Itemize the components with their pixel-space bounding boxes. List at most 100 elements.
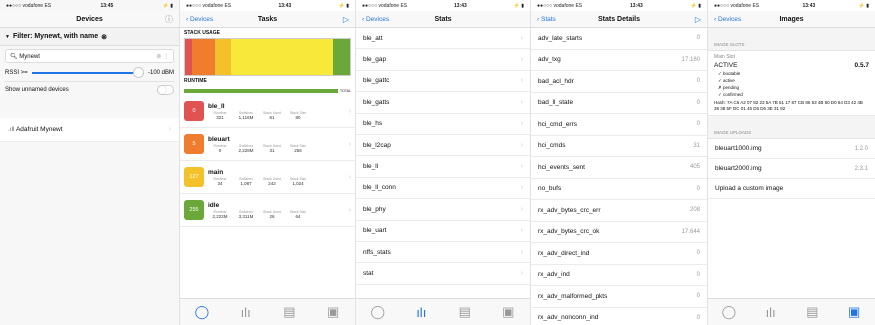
detail-name: adv_late_starts	[538, 34, 583, 42]
device-row[interactable]: .ıll Adafruit Mynewt ›	[0, 118, 179, 142]
task-row[interactable]: 5 bleuart Runtime 0 Switches 2,228M Stack Used…	[180, 128, 355, 161]
detail-row: adv_late_starts 0	[531, 28, 707, 50]
stats-name: ble_uart	[363, 227, 387, 235]
search-input[interactable]: 🔍︎ Mynewt ⊗ ⋮	[5, 49, 174, 63]
task-stat-value: 64	[295, 213, 301, 219]
detail-row: rx_adv_malformed_pkts 0	[531, 286, 707, 308]
stack-segment	[214, 39, 232, 75]
tab-bar: ◯ ılı ▤ ▣	[708, 298, 875, 325]
tab-stats[interactable]: ılı	[236, 305, 256, 320]
battery-icon: ⚡ ▮	[162, 2, 173, 9]
chevron-right-icon: ›	[520, 205, 523, 213]
clear-filter-icon[interactable]: ⊗	[101, 33, 107, 41]
detail-name: adv_txg	[538, 56, 561, 64]
tasks-screen: ●●○○○ vodafone ES 13:43 ⚡ ▮ ‹ Devices Ta…	[180, 0, 356, 325]
task-row[interactable]: 255 idle Runtime 2,222M Switches 3,311M Stack …	[180, 194, 355, 227]
task-stat-value: 2,222M	[212, 213, 228, 219]
tab-logs[interactable]: ▤	[455, 304, 475, 320]
stats-row[interactable]: nffs_stats ›	[356, 242, 530, 264]
back-button[interactable]: ‹ Devices	[362, 16, 389, 23]
play-icon[interactable]: ▷	[695, 15, 701, 24]
rssi-slider[interactable]	[31, 67, 144, 78]
tab-images[interactable]: ▣	[498, 304, 518, 320]
chevron-right-icon: ›	[520, 98, 523, 106]
tab-stats[interactable]: ılı	[411, 305, 431, 320]
task-id-badge: 127	[184, 167, 204, 187]
task-stat-value: 31	[269, 147, 275, 153]
tab-images[interactable]: ▣	[323, 304, 343, 320]
stats-row[interactable]: ble_phy ›	[356, 199, 530, 221]
status-bar: ●●○○○ vodafone ES 13:43 ⚡ ▮	[537, 2, 701, 9]
stats-row[interactable]: ble_gattc ›	[356, 71, 530, 93]
stats-row[interactable]: ble_ll_conn ›	[356, 178, 530, 200]
stats-row[interactable]: ble_uart ›	[356, 221, 530, 242]
upload-row[interactable]: bleuart2000.img 2.3.1	[708, 159, 875, 180]
filter-header[interactable]: ▼ Filter: Mynewt, with name ⊗	[0, 28, 179, 46]
stack-segment	[231, 39, 334, 75]
main-slot-label: Main Slot	[714, 54, 735, 60]
task-name: ble_ll	[208, 102, 225, 110]
stats-row[interactable]: ble_att ›	[356, 28, 530, 50]
flag-bootable: ✓ bootable	[718, 71, 741, 76]
stats-row[interactable]: ble_gap ›	[356, 49, 530, 71]
chevron-right-icon: ›	[520, 184, 523, 192]
tab-images[interactable]: ▣	[844, 304, 864, 320]
stats-row[interactable]: ble_l2cap ›	[356, 135, 530, 157]
back-button[interactable]: ‹ Stats	[537, 16, 556, 23]
info-icon[interactable]: ⓘ	[165, 14, 173, 25]
task-stat: Stack Used 242	[260, 177, 284, 186]
tab-devices[interactable]: ◯	[192, 304, 212, 320]
slider-knob[interactable]	[132, 67, 144, 78]
stats-row[interactable]: ble_ll ›	[356, 156, 530, 178]
play-icon[interactable]: ▷	[343, 15, 349, 24]
stats-name: ble_phy	[363, 205, 386, 213]
upload-custom-row[interactable]: Upload a custom image	[708, 179, 875, 200]
task-list: 0 ble_ll Runtime 321 Switches 1,116M Stack Use…	[180, 95, 355, 227]
detail-row: rx_adv_ind 0	[531, 265, 707, 286]
task-stat: Stack Size 64	[286, 210, 310, 219]
detail-row: rx_adv_direct_ind 0	[531, 243, 707, 265]
status-bar: ●●○○○ vodafone ES 13:43 ⚡ ▮	[186, 2, 349, 9]
tab-devices[interactable]: ◯	[719, 304, 739, 320]
stats-name: stat	[363, 269, 374, 277]
task-stats: Runtime 34 Switches 1,087 Stack Used 242 Stack…	[208, 177, 349, 186]
image-slot: Main Slot ACTIVE 0.5.7 ✓ bootable ✓ activ…	[708, 51, 875, 117]
detail-value: 405	[689, 164, 700, 171]
nav-bar: ‹ Devices Stats	[356, 11, 530, 28]
tab-stats[interactable]: ılı	[761, 305, 781, 320]
back-button[interactable]: ‹ Devices	[714, 16, 741, 23]
clear-icon[interactable]: ⊗ ⋮	[156, 53, 169, 60]
stats-row[interactable]: ble_hs ›	[356, 114, 530, 135]
detail-name: hci_cmd_errs	[538, 120, 578, 128]
task-stat: Switches 3,311M	[234, 210, 258, 219]
detail-value: 0	[696, 293, 700, 300]
back-button[interactable]: ‹ Devices	[186, 16, 213, 23]
task-name: idle	[208, 201, 220, 209]
unnamed-toggle[interactable]	[157, 84, 174, 95]
task-row[interactable]: 127 main Runtime 34 Switches 1,087 Stack Used 2…	[180, 161, 355, 194]
chevron-right-icon: ›	[520, 227, 523, 235]
flag-confirmed: ✓ confirmed	[718, 92, 743, 97]
task-stat: Switches 2,228M	[234, 144, 258, 153]
task-row[interactable]: 0 ble_ll Runtime 321 Switches 1,116M Stack Use…	[180, 95, 355, 128]
stats-row[interactable]: stat ›	[356, 263, 530, 285]
detail-row: rx_adv_bytes_crc_ok 17.644	[531, 222, 707, 243]
upload-row[interactable]: bleuart1000.img 1.2.0	[708, 139, 875, 160]
page-title: Stats Details	[597, 15, 641, 23]
stats-name: ble_ll	[363, 163, 379, 171]
task-stat: Switches 1,116M	[234, 111, 258, 120]
task-stat-value: 2,228M	[238, 147, 254, 153]
page-title: Devices	[76, 15, 103, 23]
rssi-label: RSSI >=	[5, 70, 28, 76]
stack-segment	[191, 39, 215, 75]
tab-logs[interactable]: ▤	[279, 304, 299, 320]
tab-devices[interactable]: ◯	[368, 304, 388, 320]
tab-logs[interactable]: ▤	[802, 304, 822, 320]
active-label: ACTIVE	[714, 62, 738, 69]
detail-row: adv_txg 17.160	[531, 50, 707, 71]
stats-name: ble_gattc	[363, 77, 390, 85]
detail-value: 0	[696, 250, 700, 257]
task-stat-label: Stack Used	[263, 110, 281, 115]
stats-row[interactable]: ble_gatts ›	[356, 92, 530, 114]
task-stat-value: 61	[269, 114, 275, 120]
